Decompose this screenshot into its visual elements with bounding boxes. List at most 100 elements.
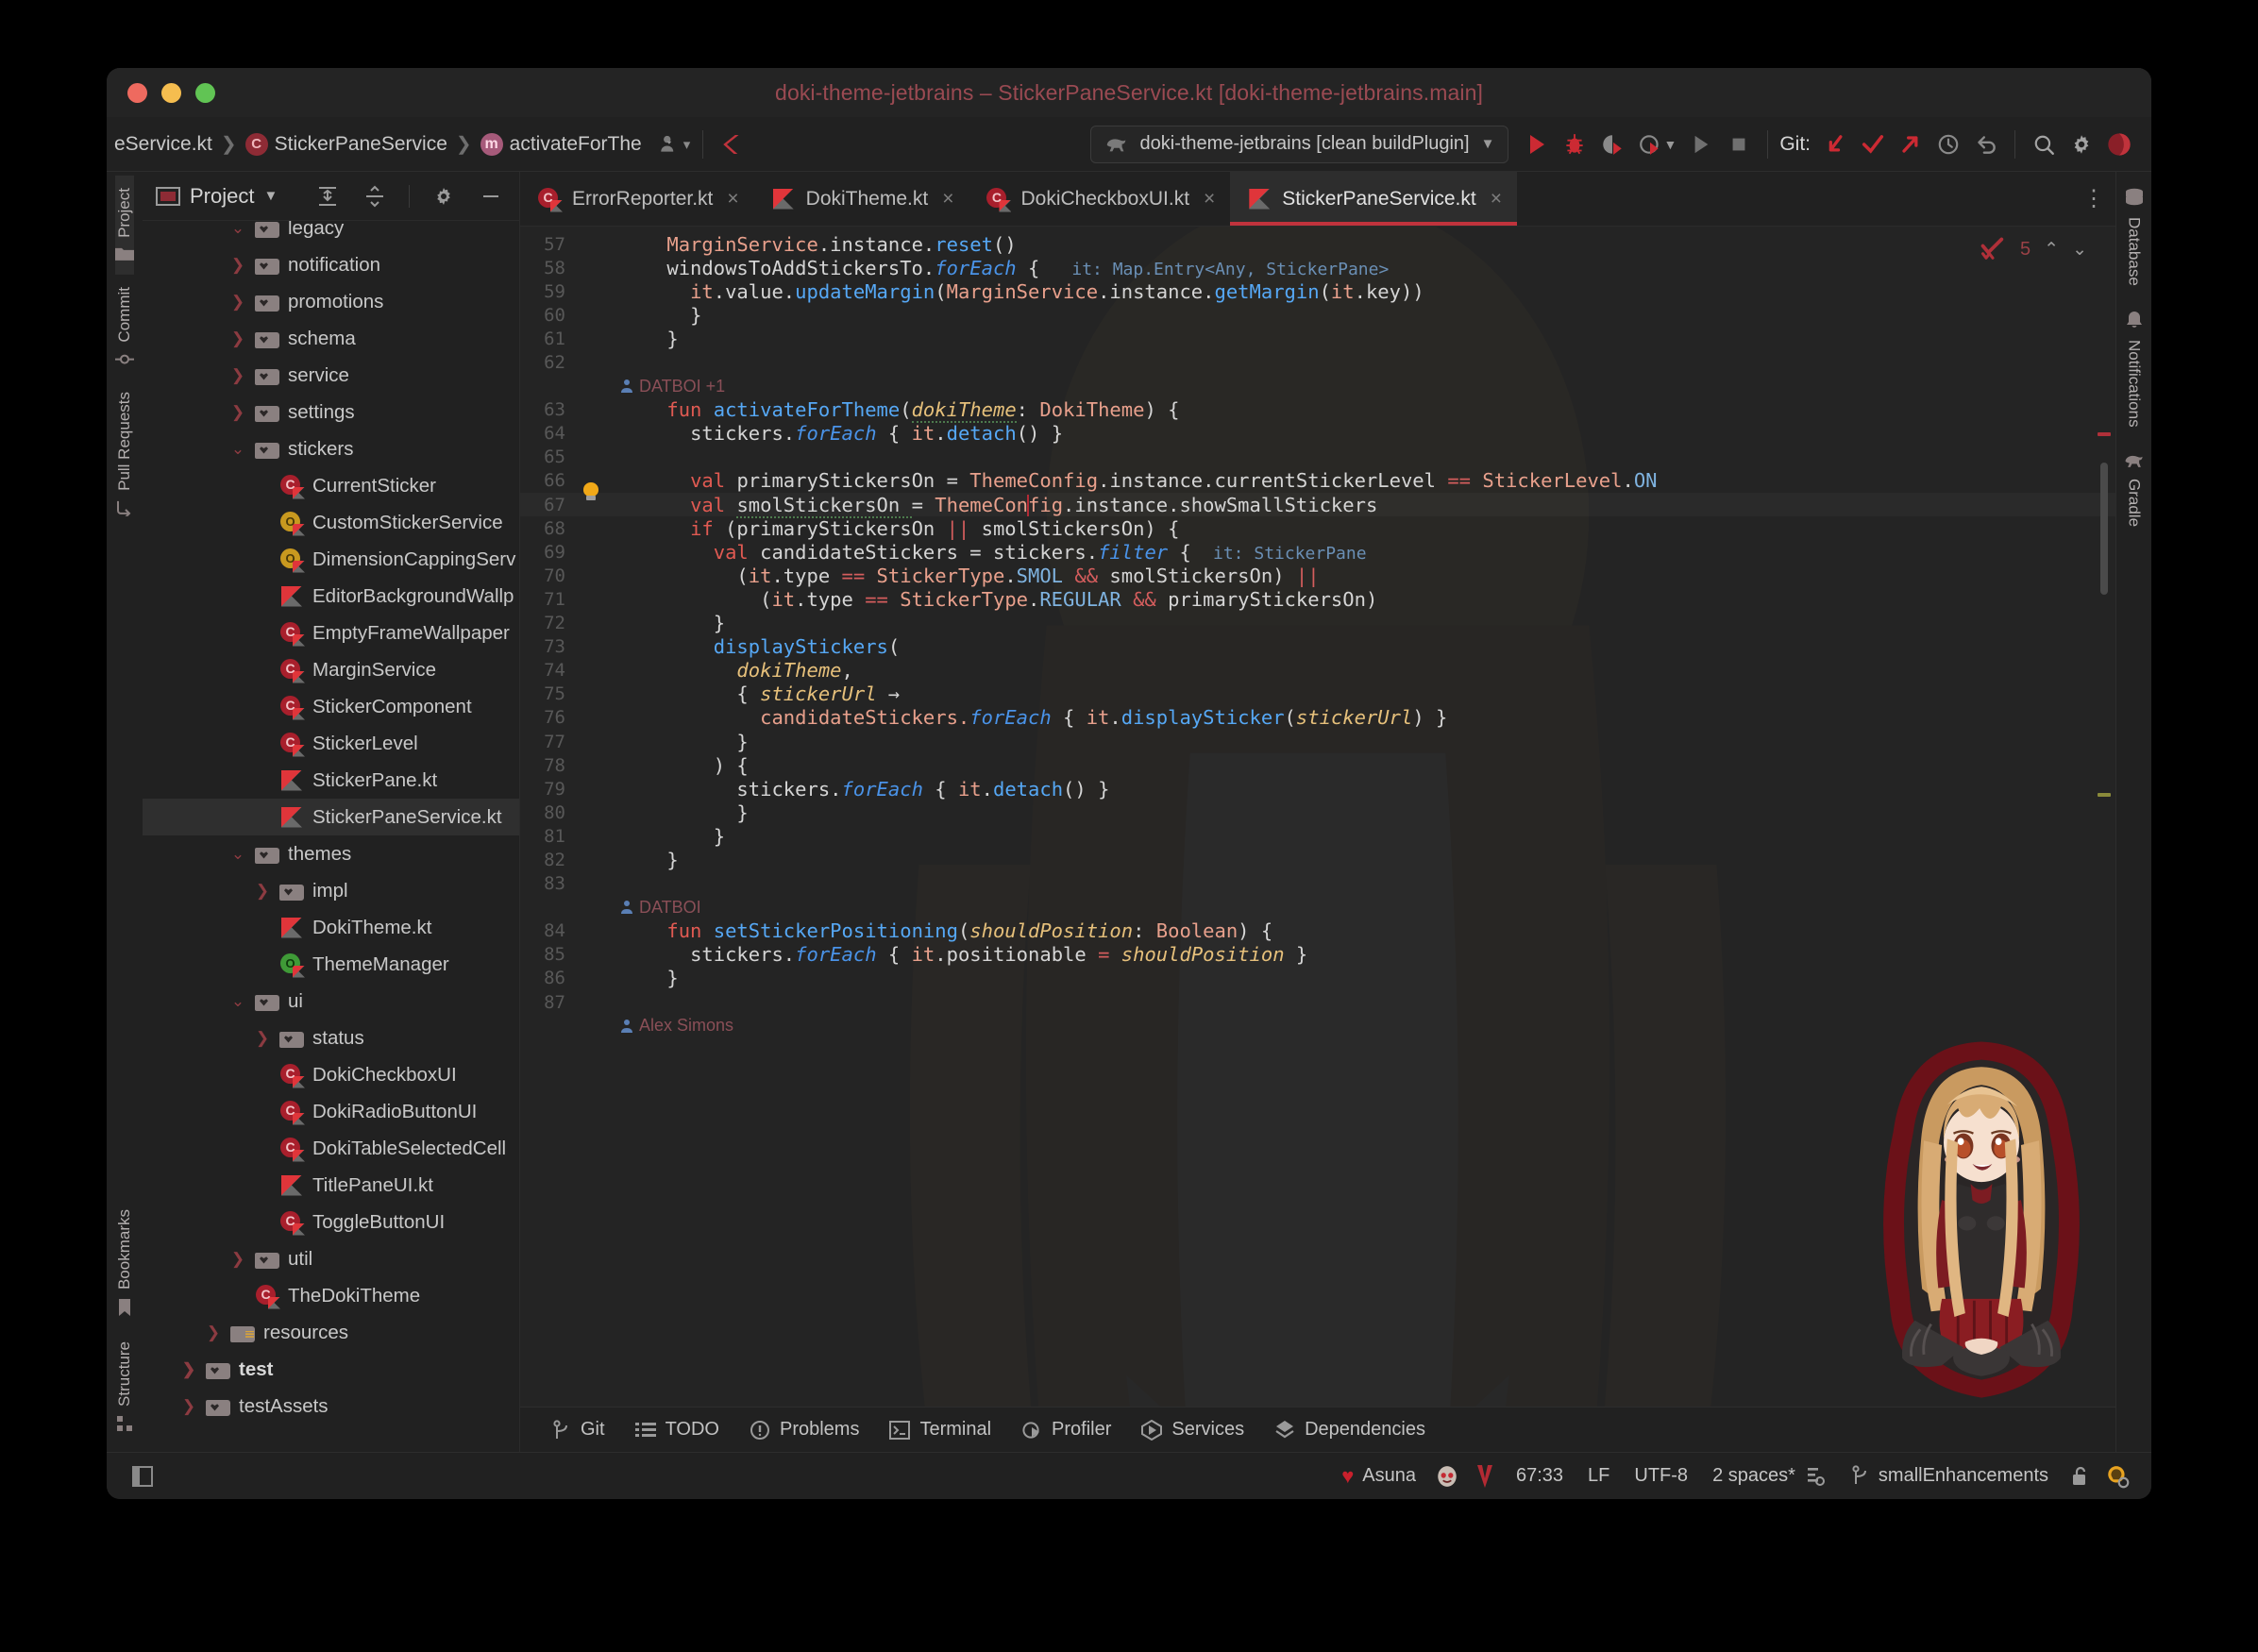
error-stripe-mark[interactable] (2098, 432, 2111, 436)
tree-item-customstickerservice[interactable]: · CustomStickerService (143, 504, 519, 541)
chevron-right-icon[interactable]: ❯ (254, 1029, 271, 1048)
code-line[interactable]: 74 dokiTheme, (520, 659, 2115, 683)
project-options-button[interactable] (425, 177, 463, 215)
code-line[interactable]: 86 } (520, 967, 2115, 990)
close-icon[interactable]: × (727, 188, 738, 211)
line-number[interactable]: 87 (520, 992, 575, 1013)
code-line[interactable]: 70 (it.type == StickerType.SMOL && smolS… (520, 564, 2115, 587)
close-icon[interactable]: × (942, 188, 953, 211)
tree-item-marginservice[interactable]: · MarginService (143, 651, 519, 688)
chevron-right-icon[interactable]: ❯ (229, 366, 246, 385)
expand-all-button[interactable] (309, 177, 346, 215)
code-line[interactable]: 58 windowsToAddStickersTo.forEach { it: … (520, 256, 2115, 279)
tree-item-stickerpaneservice-kt[interactable]: · StickerPaneService.kt (143, 799, 519, 835)
line-number[interactable]: 64 (520, 423, 575, 444)
smiley-face-icon[interactable] (1428, 1458, 1466, 1495)
tree-item-emptyframewallpaper[interactable]: · EmptyFrameWallpaper (143, 615, 519, 651)
chevron-down-icon[interactable]: ⌄ (229, 992, 246, 1011)
code-line[interactable]: 67 val smolStickersOn = ThemeConfig.inst… (520, 493, 2115, 518)
sidebar-item-commit[interactable]: Commit (115, 275, 134, 380)
stop-button[interactable] (1720, 126, 1758, 163)
breadcrumb-item-class[interactable]: StickerPaneService (244, 132, 447, 156)
git-branch-widget[interactable]: smallEnhancements (1839, 1464, 2061, 1488)
push-button[interactable] (1892, 126, 1929, 163)
code-line[interactable]: 57 MarginService.instance.reset() (520, 232, 2115, 256)
code-line[interactable]: 80 } (520, 801, 2115, 824)
line-number[interactable]: 84 (520, 920, 575, 941)
code-line[interactable]: 61 } (520, 327, 2115, 350)
tool-window-button-services[interactable]: Services (1126, 1411, 1259, 1449)
tree-item-status[interactable]: ❯ status (143, 1020, 519, 1056)
line-number[interactable]: 76 (520, 707, 575, 728)
code-line[interactable]: 72 } (520, 612, 2115, 635)
tree-item-resources[interactable]: ❯ resources (143, 1314, 519, 1351)
search-everywhere-button[interactable] (2025, 126, 2063, 163)
tree-item-settings[interactable]: ❯ settings (143, 394, 519, 430)
ide-notification-icon[interactable] (2098, 1458, 2136, 1495)
line-number[interactable]: 57 (520, 234, 575, 255)
run-configuration-selector[interactable]: doki-theme-jetbrains [clean buildPlugin]… (1089, 125, 1509, 163)
hide-panel-button[interactable] (472, 177, 510, 215)
update-project-button[interactable] (1816, 126, 1854, 163)
tree-item-schema[interactable]: ❯ schema (143, 320, 519, 357)
rerun-button[interactable] (1682, 126, 1720, 163)
sidebar-item-notifications[interactable]: Notifications (2125, 298, 2144, 440)
project-tree[interactable]: ⌄ legacy ❯ notification ❯ promotions ❯ schema ❯ s… (143, 221, 519, 1452)
code-line[interactable]: 83 (520, 872, 2115, 896)
tab-stickerpaneservice-kt[interactable]: StickerPaneService.kt × (1230, 172, 1517, 226)
tree-item-togglebuttonui[interactable]: · ToggleButtonUI (143, 1204, 519, 1240)
tree-item-dokiradiobuttonui[interactable]: · DokiRadioButtonUI (143, 1093, 519, 1130)
sidebar-item-structure[interactable]: Structure (115, 1329, 134, 1444)
minimize-window-button[interactable] (161, 82, 181, 103)
code-author-annotation[interactable]: DATBOI (520, 896, 2115, 919)
tree-item-titlepaneui-kt[interactable]: · TitlePaneUI.kt (143, 1167, 519, 1204)
tree-item-thememanager[interactable]: · ThemeManager (143, 946, 519, 983)
line-number[interactable]: 86 (520, 968, 575, 988)
line-number[interactable]: 68 (520, 518, 575, 539)
tree-item-legacy[interactable]: ⌄ legacy (143, 221, 519, 246)
code-line[interactable]: 77 } (520, 730, 2115, 753)
chevron-down-icon[interactable]: ▼ (263, 188, 278, 204)
sidebar-item-pull-requests[interactable]: Pull Requests (115, 379, 134, 529)
line-number[interactable]: 72 (520, 613, 575, 633)
sidebar-item-database[interactable]: Database (2124, 176, 2145, 298)
line-number[interactable]: 59 (520, 281, 575, 302)
tree-item-ui[interactable]: ⌄ ui (143, 983, 519, 1020)
tab-errorreporter-kt[interactable]: ErrorReporter.kt × (520, 172, 754, 226)
line-number[interactable]: 65 (520, 447, 575, 467)
close-icon[interactable]: × (1204, 188, 1215, 211)
code-line[interactable]: 87 (520, 990, 2115, 1014)
code-author-annotation[interactable]: DATBOI +1 (520, 375, 2115, 398)
debug-button[interactable] (1556, 126, 1593, 163)
tree-item-stickerlevel[interactable]: · StickerLevel (143, 725, 519, 762)
line-number[interactable]: 79 (520, 779, 575, 800)
settings-button[interactable] (2063, 126, 2100, 163)
line-number[interactable]: 75 (520, 683, 575, 704)
code-line[interactable]: 65 (520, 446, 2115, 469)
tree-item-dokitheme-kt[interactable]: · DokiTheme.kt (143, 909, 519, 946)
indent-setting[interactable]: 2 spaces* (1700, 1465, 1839, 1488)
chevron-down-icon[interactable]: ⌄ (229, 221, 246, 238)
line-number[interactable]: 83 (520, 873, 575, 894)
collapse-all-button[interactable] (356, 177, 394, 215)
line-number[interactable]: 82 (520, 850, 575, 870)
tab-dokicheckboxui-kt[interactable]: DokiCheckboxUI.kt × (969, 172, 1230, 226)
tool-window-button-problems[interactable]: Problems (734, 1411, 874, 1449)
caret-position[interactable]: 67:33 (1504, 1465, 1576, 1487)
line-number[interactable]: 69 (520, 542, 575, 563)
line-number[interactable]: 77 (520, 732, 575, 752)
line-number[interactable]: 70 (520, 565, 575, 586)
code-editor[interactable]: 5 ⌃ ⌄ 57 MarginService.instance.reset() 5… (520, 227, 2115, 1407)
code-line[interactable]: 63 fun activateForTheme(dokiTheme: DokiT… (520, 398, 2115, 424)
chevron-right-icon[interactable]: ❯ (180, 1397, 197, 1416)
line-number[interactable]: 60 (520, 305, 575, 326)
file-encoding[interactable]: UTF-8 (1622, 1465, 1700, 1487)
tree-item-test[interactable]: ❯ test (143, 1351, 519, 1388)
code-line[interactable]: 85 stickers.forEach { it.positionable = … (520, 943, 2115, 967)
tree-item-stickercomponent[interactable]: · StickerComponent (143, 688, 519, 725)
line-number[interactable]: 71 (520, 589, 575, 610)
code-line[interactable]: 64 stickers.forEach { it.detach() } (520, 422, 2115, 446)
code-line[interactable]: 71 (it.type == StickerType.REGULAR && pr… (520, 587, 2115, 611)
tree-item-dokicheckboxui[interactable]: · DokiCheckboxUI (143, 1056, 519, 1093)
tree-item-editorbackgroundwallp[interactable]: · EditorBackgroundWallp (143, 578, 519, 615)
